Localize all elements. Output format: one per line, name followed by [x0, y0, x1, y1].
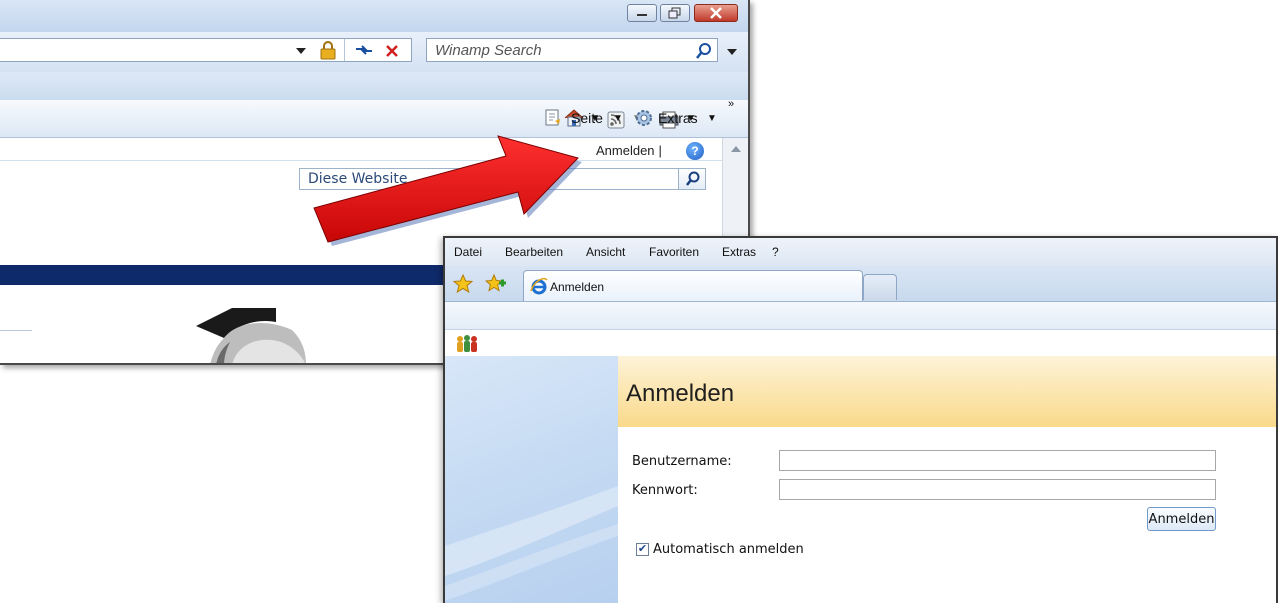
menu-file[interactable]: Datei: [454, 245, 482, 259]
search-placeholder: Winamp Search: [435, 42, 542, 59]
page-title: Anmelden: [626, 380, 735, 407]
address-bar-divider: [344, 39, 345, 61]
favorites-star-icon[interactable]: [453, 274, 473, 294]
help-icon[interactable]: ?: [686, 142, 704, 160]
ie-icon: [530, 277, 548, 295]
command-strip: [445, 302, 1276, 330]
sign-in-link[interactable]: Anmelden |: [596, 143, 662, 158]
restore-icon: [668, 7, 681, 19]
menu-bar: Datei Bearbeiten Ansicht Favoriten Extra…: [445, 238, 1276, 266]
people-icon: [457, 335, 477, 352]
restore-button[interactable]: [660, 4, 690, 22]
site-logo-row: [445, 330, 1276, 356]
password-label: Kennwort:: [632, 483, 698, 498]
header-photo: [196, 308, 306, 363]
menu-help[interactable]: ?: [772, 245, 779, 259]
search-options-dropdown-icon[interactable]: [727, 48, 737, 56]
site-search-button[interactable]: [678, 168, 706, 190]
left-pane-swoosh: [445, 486, 618, 601]
home-icon[interactable]: [563, 108, 585, 128]
add-favorites-icon[interactable]: [485, 274, 507, 294]
address-bar[interactable]: [0, 38, 412, 62]
close-icon: [710, 7, 722, 19]
dropdown-arrow-icon[interactable]: [296, 47, 306, 55]
feeds-dropdown-icon[interactable]: ▼: [632, 113, 642, 124]
menu-edit[interactable]: Bearbeiten: [505, 245, 563, 259]
close-button[interactable]: [694, 4, 738, 22]
minimize-icon: [637, 14, 647, 16]
sign-in-button[interactable]: Anmelden: [1147, 507, 1216, 531]
address-row: Winamp Search: [0, 32, 748, 72]
password-field[interactable]: [779, 479, 1216, 500]
sign-in-browser-window: Datei Bearbeiten Ansicht Favoriten Extra…: [443, 236, 1278, 603]
minimize-button[interactable]: [627, 4, 657, 22]
auto-login-label: Automatisch anmelden: [653, 542, 804, 557]
tab-label: Anmelden: [550, 280, 605, 294]
search-box[interactable]: Winamp Search: [426, 38, 718, 62]
arrow-graphic: [313, 135, 582, 246]
menu-extras[interactable]: Extras: [722, 245, 756, 259]
new-tab-button[interactable]: [863, 274, 897, 300]
username-field[interactable]: [779, 450, 1216, 471]
title-bar: [0, 0, 748, 32]
print-icon[interactable]: [658, 110, 680, 130]
menu-view[interactable]: Ansicht: [586, 245, 625, 259]
auto-login-checkbox[interactable]: ✔: [636, 543, 649, 556]
lock-icon[interactable]: [318, 40, 338, 60]
favorites-bar: [0, 72, 748, 100]
tab-sign-in[interactable]: Anmelden: [523, 270, 863, 301]
link-separator: |: [658, 143, 662, 158]
search-icon[interactable]: [695, 42, 713, 60]
feeds-icon[interactable]: [607, 111, 625, 129]
divider: [0, 330, 32, 331]
scroll-up-icon[interactable]: [731, 146, 741, 152]
search-icon: [686, 171, 700, 186]
stop-icon[interactable]: [384, 43, 400, 59]
menu-favorites[interactable]: Favoriten: [649, 245, 699, 259]
username-label: Benutzername:: [632, 454, 732, 469]
page-header: Anmelden: [618, 356, 1276, 427]
refresh-icon[interactable]: [354, 42, 374, 58]
tab-row: Anmelden: [445, 266, 1276, 302]
home-dropdown-icon[interactable]: ▼: [590, 113, 600, 124]
print-dropdown-icon[interactable]: ▼: [686, 113, 696, 124]
